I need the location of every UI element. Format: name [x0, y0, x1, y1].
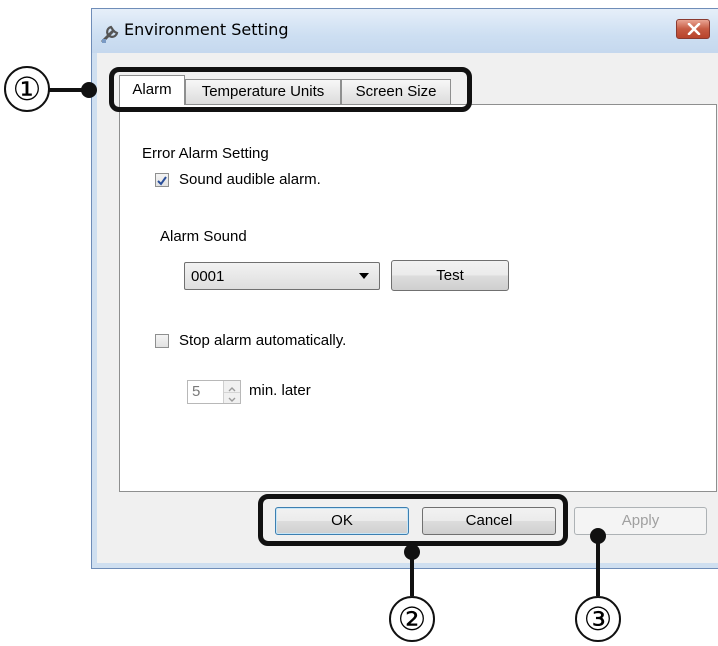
callout-1: ① [4, 66, 50, 112]
stop-alarm-checkbox[interactable] [155, 334, 169, 348]
dialog-client-area: Alarm Temperature Units Screen Size Erro… [97, 53, 718, 563]
wrench-icon [100, 22, 122, 44]
stop-alarm-label[interactable]: Stop alarm automatically. [179, 332, 346, 349]
close-icon [687, 23, 701, 35]
alarm-tab-panel: Error Alarm Setting Sound audible alarm.… [119, 104, 717, 492]
test-button[interactable]: Test [391, 260, 509, 291]
checkmark-icon [157, 176, 167, 186]
callout-3: ③ [575, 596, 621, 642]
title-bar[interactable]: Environment Setting [92, 9, 718, 53]
callout-3-leader [596, 540, 600, 596]
spinner-buttons [223, 381, 240, 403]
spin-down-button [224, 392, 240, 403]
sound-alarm-label[interactable]: Sound audible alarm. [179, 171, 321, 188]
sound-alarm-checkbox[interactable] [155, 173, 169, 187]
minutes-value: 5 [192, 383, 201, 400]
error-alarm-setting-label: Error Alarm Setting [142, 145, 269, 162]
ok-cancel-highlight-box [258, 494, 568, 546]
close-button[interactable] [676, 19, 710, 39]
alarm-sound-value: 0001 [191, 268, 225, 285]
minutes-suffix-label: min. later [249, 382, 311, 399]
callout-2-leader [410, 552, 414, 596]
window-title: Environment Setting [124, 20, 289, 39]
callout-1-dot [81, 82, 97, 98]
minutes-spinner: 5 [187, 380, 241, 404]
alarm-sound-select[interactable]: 0001 [184, 262, 380, 290]
alarm-sound-label: Alarm Sound [160, 228, 247, 245]
callout-2: ② [389, 596, 435, 642]
chevron-down-icon [359, 273, 369, 279]
chevron-down-small-icon [228, 397, 236, 402]
tab-alarm[interactable]: Alarm [119, 75, 185, 105]
